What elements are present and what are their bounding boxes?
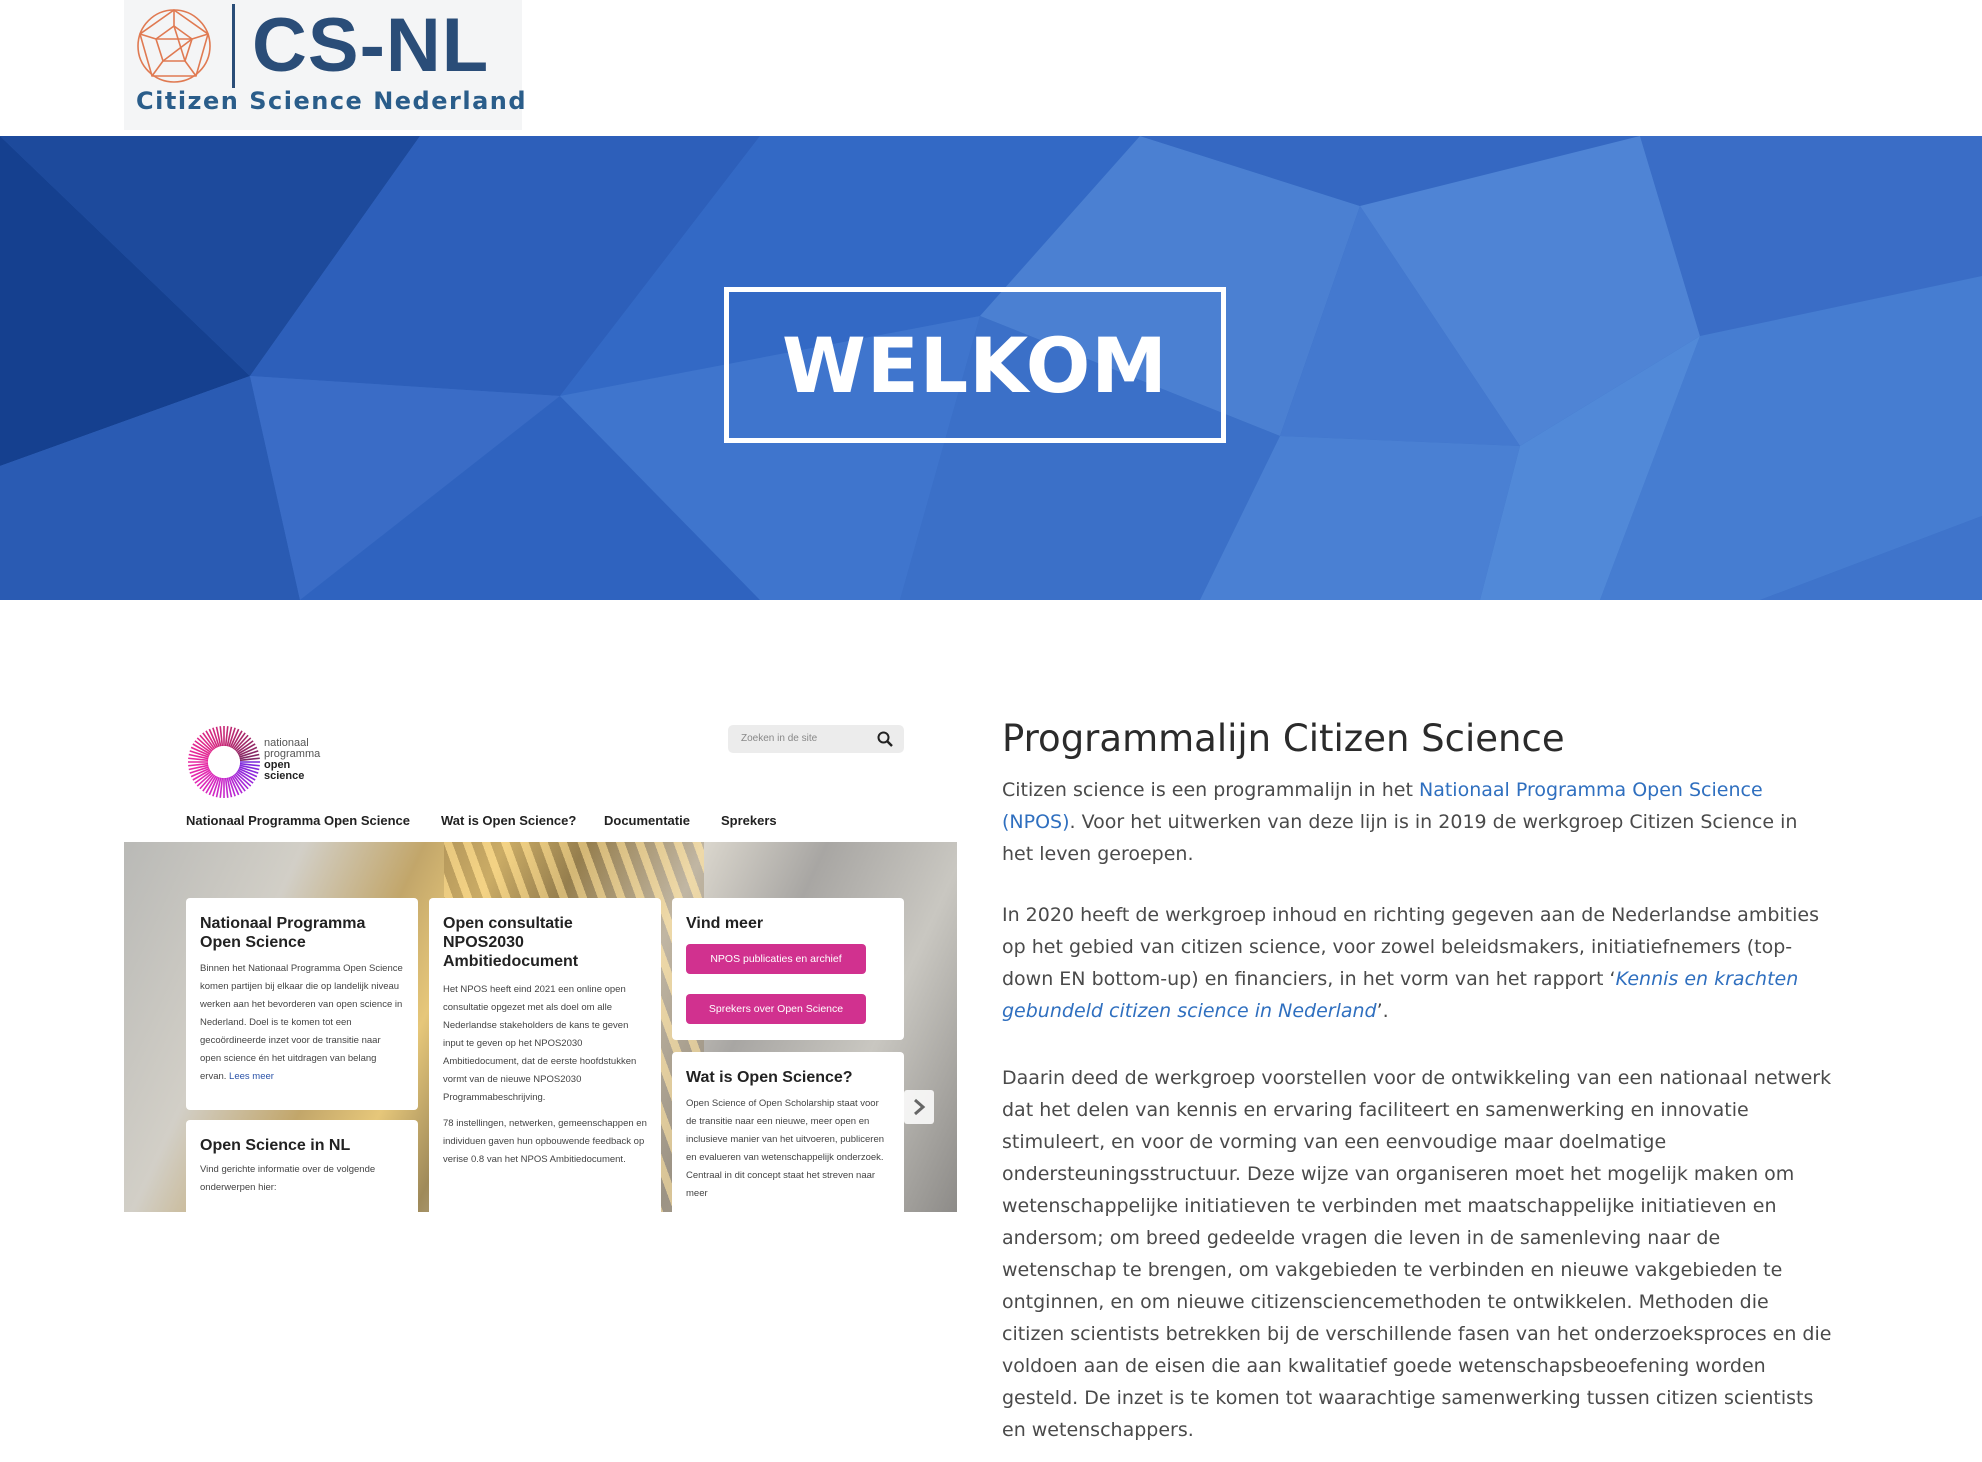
npos-publicaties-button: NPOS publicaties en archief — [686, 944, 866, 974]
npos-site-body: Nationaal Programma Open Science Binnen … — [124, 842, 957, 1212]
npos-sunburst-logo-icon — [188, 726, 260, 798]
article-paragraph-3: Daarin deed de werkgroep voorstellen voo… — [1002, 1067, 1832, 1441]
npos-website-image: nationaal programma open science Zoeken … — [124, 710, 957, 1212]
hero-banner: WELKOM — [0, 136, 1982, 600]
site-header: CS-NL Citizen Science Nederland — [0, 0, 1982, 136]
npos-card-open-science-nl: Open Science in NL Vind gerichte informa… — [186, 1120, 418, 1212]
npos-card-wat-is-open-science: Wat is Open Science? Open Science of Ope… — [672, 1052, 904, 1212]
article-paragraph-2: In 2020 heeft de werkgroep inhoud en ric… — [1002, 904, 1819, 1022]
article-section: Programmalijn Citizen Science Citizen sc… — [1002, 710, 1832, 1441]
article-paragraph-1: Citizen science is een programmalijn in … — [1002, 779, 1798, 865]
logo-title: CS-NL — [252, 3, 490, 88]
polyhedron-logo-icon — [137, 9, 211, 83]
welcome-heading: WELKOM — [782, 320, 1168, 410]
npos-card-vind-meer: Vind meer NPOS publicaties en archief Sp… — [672, 898, 904, 1040]
npos-nav-item: Documentatie — [604, 813, 690, 828]
welcome-box: WELKOM — [724, 287, 1226, 443]
npos-logo-text: nationaal programma open science — [264, 737, 321, 782]
logo-subtitle: Citizen Science Nederland — [136, 87, 528, 115]
npos-card-programma: Nationaal Programma Open Science Binnen … — [186, 898, 418, 1110]
logo-divider — [232, 4, 235, 88]
search-icon — [877, 731, 893, 747]
npos-nav-item: Nationaal Programma Open Science — [186, 813, 410, 828]
chevron-right-icon — [904, 1090, 934, 1124]
npos-search-box: Zoeken in de site — [728, 725, 904, 753]
npos-card-consultatie: Open consultatie NPOS2030 Ambitiedocumen… — [429, 898, 661, 1212]
npos-site-header: nationaal programma open science Zoeken … — [124, 710, 957, 842]
npos-nav-item: Wat is Open Science? — [441, 813, 577, 828]
article-title: Programmalijn Citizen Science — [1002, 717, 1565, 760]
npos-nav-item: Sprekers — [721, 813, 777, 828]
site-logo[interactable]: CS-NL Citizen Science Nederland — [124, 0, 526, 130]
npos-sprekers-button: Sprekers over Open Science — [686, 994, 866, 1024]
